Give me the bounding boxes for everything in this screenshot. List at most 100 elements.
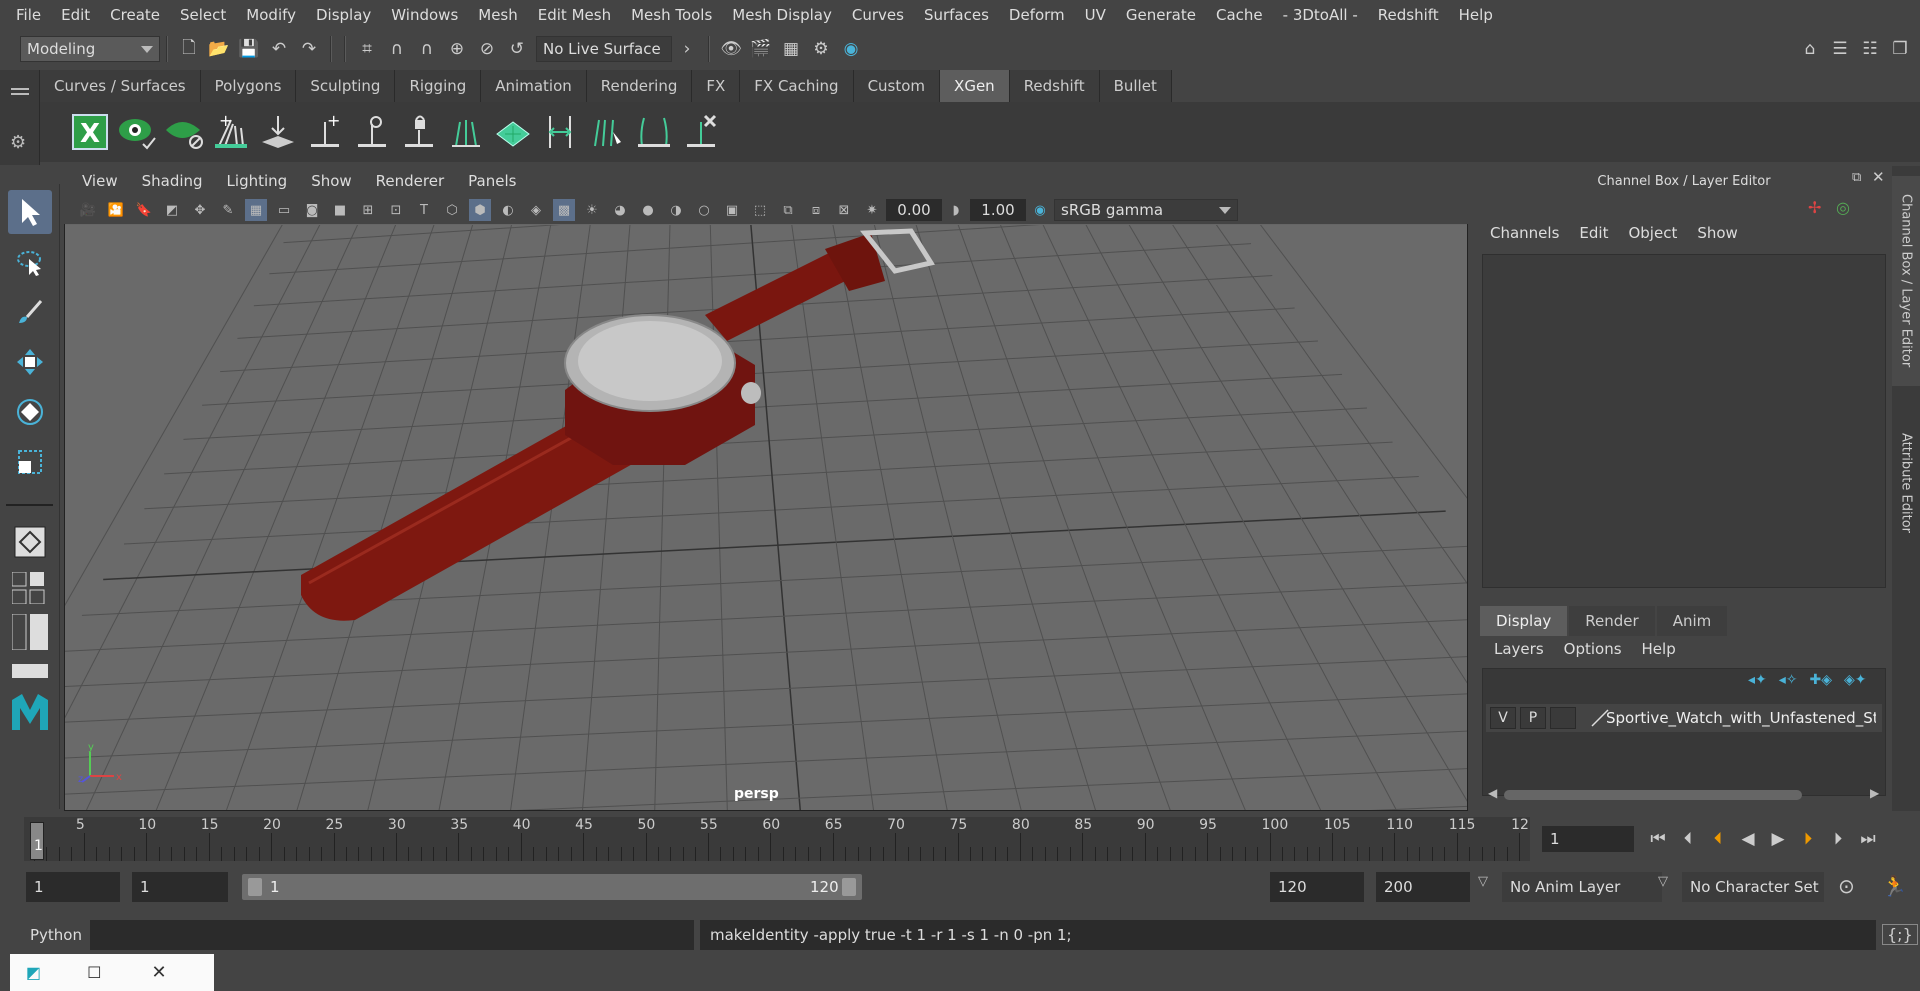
- gamma-field[interactable]: 1.00: [970, 199, 1026, 221]
- outliner-icon[interactable]: ☰: [1828, 37, 1852, 61]
- shelf-tab-sculpting[interactable]: Sculpting: [296, 70, 396, 102]
- shelf-menu-icon[interactable]: [11, 88, 29, 90]
- scroll-thumb[interactable]: [1504, 790, 1802, 800]
- script-language-toggle[interactable]: Python: [30, 926, 82, 944]
- playback-start-field[interactable]: 1: [132, 872, 228, 902]
- shelf-tab-redshift[interactable]: Redshift: [1009, 70, 1100, 102]
- animation-end-field[interactable]: 200: [1376, 872, 1470, 902]
- motion-blur-icon[interactable]: ◑: [665, 199, 687, 221]
- workspace-icon[interactable]: ⌂: [1798, 37, 1822, 61]
- menu-redshift[interactable]: Redshift: [1368, 6, 1449, 24]
- snap-view-icon[interactable]: ⊕: [445, 37, 469, 61]
- viewport-menu-panels[interactable]: Panels: [456, 172, 528, 190]
- place-guide-icon[interactable]: [256, 108, 300, 156]
- menu-surfaces[interactable]: Surfaces: [914, 6, 999, 24]
- xgen-preview-icon[interactable]: [115, 108, 159, 156]
- channel-menu-show[interactable]: Show: [1697, 224, 1737, 242]
- menu-file[interactable]: File: [6, 6, 51, 24]
- menu-create[interactable]: Create: [100, 6, 170, 24]
- new-layer-selected-icon[interactable]: ◈✦: [1844, 672, 1867, 688]
- shelf-tab-rigging[interactable]: Rigging: [395, 70, 482, 102]
- time-slider[interactable]: 5 10 15 20 25 30 35 40 45 50 55 60 65 70 75 80 85 90 95 100…: [24, 817, 1530, 861]
- layer-type-toggle[interactable]: [1550, 707, 1576, 729]
- play-backwards-icon[interactable]: ◀: [1736, 827, 1760, 851]
- safe-action-icon[interactable]: ⊡: [385, 199, 407, 221]
- manip-toggle-icon[interactable]: ◎: [1836, 198, 1850, 217]
- menu-mesh-display[interactable]: Mesh Display: [722, 6, 842, 24]
- menu-set-dropdown[interactable]: Modeling: [20, 36, 160, 62]
- layers-toggle-icon[interactable]: ❐: [1888, 37, 1912, 61]
- chevron-right-icon[interactable]: ›: [675, 37, 699, 61]
- ipr-render-icon[interactable]: ▦: [779, 37, 803, 61]
- channel-menu-channels[interactable]: Channels: [1490, 224, 1559, 242]
- guide-bend-icon[interactable]: [632, 108, 676, 156]
- shelf-tab-custom[interactable]: Custom: [853, 70, 941, 102]
- layer-visibility-toggle[interactable]: V: [1490, 707, 1516, 729]
- shelf-tab-curves-surfaces[interactable]: Curves / Surfaces: [40, 70, 201, 102]
- xgen-editor-icon[interactable]: X: [68, 108, 112, 156]
- panel-layout-icon[interactable]: [8, 658, 52, 682]
- xray-components-icon[interactable]: ⊠: [833, 199, 855, 221]
- open-scene-icon[interactable]: 📂: [207, 37, 231, 61]
- viewport-menu-lighting[interactable]: Lighting: [215, 172, 300, 190]
- anti-alias-icon[interactable]: ○: [693, 199, 715, 221]
- exposure-icon[interactable]: ✷: [861, 199, 883, 221]
- viewport-scene[interactable]: [65, 225, 1467, 810]
- range-end-handle[interactable]: [842, 878, 856, 896]
- grease-pencil-icon[interactable]: ✎: [217, 199, 239, 221]
- four-view-layout-icon[interactable]: [8, 570, 52, 606]
- exposure-field[interactable]: 0.00: [886, 199, 942, 221]
- viewport-menu-view[interactable]: View: [70, 172, 130, 190]
- menu-deform[interactable]: Deform: [999, 6, 1075, 24]
- layer-hscroll[interactable]: ◀ ▶: [1486, 786, 1884, 804]
- snap-live-icon[interactable]: ↺: [505, 37, 529, 61]
- redo-icon[interactable]: ↷: [297, 37, 321, 61]
- lights-icon[interactable]: ☀: [581, 199, 603, 221]
- animation-start-field[interactable]: 1: [26, 872, 120, 902]
- range-slider[interactable]: 1 120: [242, 874, 862, 900]
- render-frame-icon[interactable]: 🎬: [749, 37, 773, 61]
- shelf-tab-animation[interactable]: Animation: [481, 70, 587, 102]
- move-layer-up-icon[interactable]: ◂✦: [1748, 672, 1767, 688]
- rotate-tool-icon[interactable]: [8, 390, 52, 434]
- move-layer-down-icon[interactable]: ◂✧: [1779, 672, 1798, 688]
- layer-menu-layers[interactable]: Layers: [1494, 640, 1544, 658]
- paint-select-tool-icon[interactable]: [8, 290, 52, 334]
- snap-surface-icon[interactable]: ⊘: [475, 37, 499, 61]
- color-management-icon[interactable]: ◉: [1029, 199, 1051, 221]
- image-plane-icon[interactable]: ◩: [161, 199, 183, 221]
- layer-color-icon[interactable]: [1590, 708, 1610, 728]
- wireframe-on-shaded-icon[interactable]: ◈: [525, 199, 547, 221]
- select-tool-icon[interactable]: [8, 190, 52, 234]
- snap-grid-icon[interactable]: ⌗: [355, 37, 379, 61]
- flip-guides-icon[interactable]: [491, 108, 535, 156]
- scroll-right-icon[interactable]: ▶: [1870, 786, 1879, 800]
- play-forwards-icon[interactable]: ▶: [1766, 827, 1790, 851]
- close-icon[interactable]: ✕: [151, 962, 166, 983]
- isolate-select-icon[interactable]: ⬚: [749, 199, 771, 221]
- viewport-menu-show[interactable]: Show: [299, 172, 363, 190]
- menu-select[interactable]: Select: [170, 6, 236, 24]
- grid-toggle-icon[interactable]: ▦: [245, 199, 267, 221]
- menu-mesh-tools[interactable]: Mesh Tools: [621, 6, 722, 24]
- shelf-tab-bullet[interactable]: Bullet: [1099, 70, 1172, 102]
- step-back-frame-icon[interactable]: ⏴: [1706, 827, 1730, 851]
- menu-uv[interactable]: UV: [1075, 6, 1116, 24]
- lasso-tool-icon[interactable]: [8, 240, 52, 284]
- character-set-dropdown[interactable]: No Character Set: [1682, 872, 1824, 902]
- guide-sculpt-brush-icon[interactable]: [585, 108, 629, 156]
- layer-menu-help[interactable]: Help: [1642, 640, 1676, 658]
- layer-tab-render[interactable]: Render: [1569, 606, 1655, 636]
- guide-spacing-icon[interactable]: [538, 108, 582, 156]
- gate-mask-icon[interactable]: ■: [329, 199, 351, 221]
- single-view-layout-icon[interactable]: [8, 520, 52, 564]
- film-gate-icon[interactable]: ▭: [273, 199, 295, 221]
- channel-menu-edit[interactable]: Edit: [1579, 224, 1608, 242]
- snap-curve-icon[interactable]: ∩: [385, 37, 409, 61]
- step-forward-frame-icon[interactable]: ⏵: [1826, 827, 1850, 851]
- current-frame-field[interactable]: 1: [1542, 826, 1634, 852]
- smooth-shade-icon[interactable]: ⬢: [469, 199, 491, 221]
- move-tool-icon[interactable]: [8, 340, 52, 384]
- wireframe-icon[interactable]: ⬡: [441, 199, 463, 221]
- script-editor-icon[interactable]: {;}: [1882, 924, 1918, 945]
